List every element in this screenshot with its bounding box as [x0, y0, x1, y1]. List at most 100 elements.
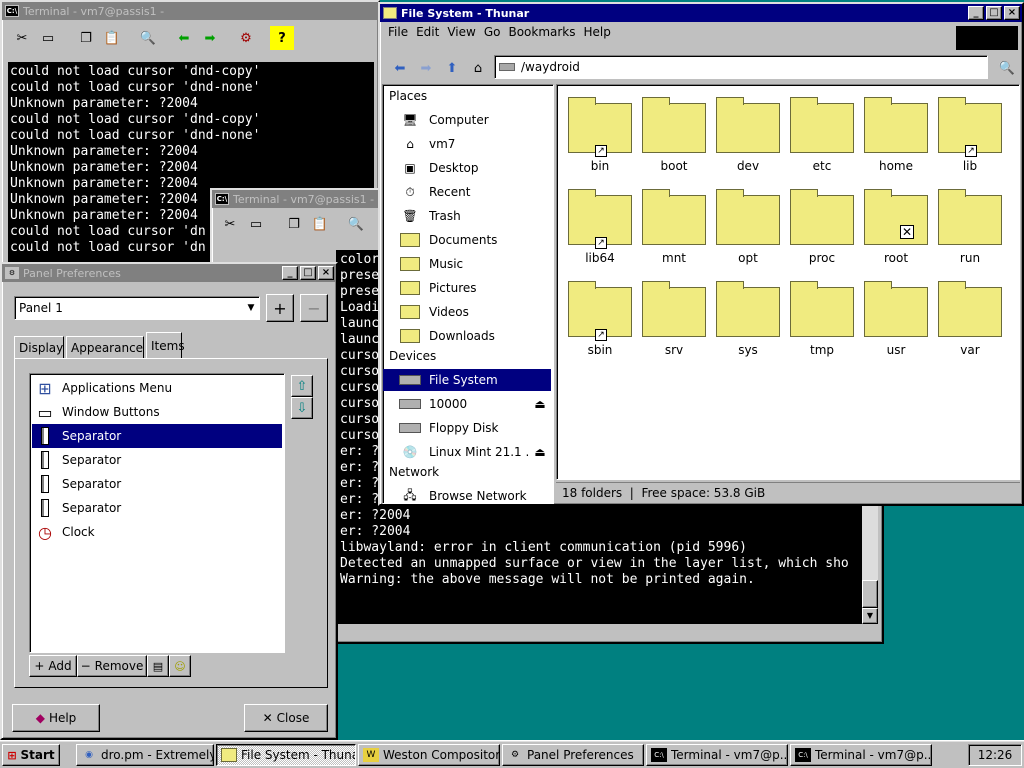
sidebar-item[interactable]: Music — [383, 253, 551, 275]
folder-item[interactable]: home — [859, 95, 933, 187]
panel-preferences-titlebar[interactable]: ⚙ Panel Preferences _ □ × — [2, 264, 336, 282]
folder-item[interactable]: sys — [711, 279, 785, 371]
taskbar-task[interactable]: C:\ Terminal - vm7@p... — [646, 744, 788, 766]
sidebar-item[interactable]: Floppy Disk — [383, 417, 551, 439]
panel-item[interactable]: Separator — [32, 496, 282, 520]
folder-item[interactable]: run — [933, 187, 1007, 279]
back-arrow-icon[interactable]: ⬅ — [388, 56, 412, 80]
maximize-icon[interactable]: □ — [986, 6, 1002, 20]
tab-items[interactable]: Items — [146, 332, 185, 358]
copy-icon[interactable]: ❐ — [74, 26, 98, 50]
panel-item[interactable]: Separator — [32, 424, 282, 448]
folder-item[interactable]: mnt — [637, 187, 711, 279]
find-icon[interactable]: 🔍 — [344, 212, 368, 236]
paste-icon[interactable]: 📋 — [308, 212, 332, 236]
sidebar-item[interactable]: Videos — [383, 301, 551, 323]
taskbar-task[interactable]: ⚙ Panel Preferences — [502, 744, 644, 766]
add-item-button[interactable]: + Add — [29, 655, 77, 677]
help-button[interactable]: ◆ Help — [12, 704, 100, 732]
minimize-icon[interactable]: _ — [968, 6, 984, 20]
forward-arrow-icon[interactable]: ➡ — [414, 56, 438, 80]
item-properties-icon[interactable]: ▤ — [147, 655, 169, 677]
sidebar-item[interactable]: 💿 Linux Mint 21.1 ... ⏏ — [383, 441, 551, 463]
close-icon[interactable]: × — [1004, 6, 1020, 20]
sidebar-item[interactable]: ▣ Desktop — [383, 157, 551, 179]
taskbar-task[interactable]: File System - Thunar — [216, 744, 356, 766]
folder-item[interactable]: dev — [711, 95, 785, 187]
taskbar-task[interactable]: W Weston Compositor... — [358, 744, 500, 766]
panel-select[interactable]: Panel 1 ▼ — [14, 296, 260, 320]
sidebar-item[interactable]: ⏱ Recent — [383, 181, 551, 203]
new-window-icon[interactable]: ▭ — [244, 212, 268, 236]
sidebar-item[interactable]: File System — [383, 369, 551, 391]
new-tab-icon[interactable]: ✂ — [10, 26, 34, 50]
find-icon[interactable]: 🔍 — [136, 26, 160, 50]
panel-item[interactable]: Separator — [32, 472, 282, 496]
sidebar-item[interactable]: Downloads — [383, 325, 551, 347]
folder-item[interactable]: ↗ lib — [933, 95, 1007, 187]
start-button[interactable]: ⊞ Start — [2, 744, 60, 766]
panel-item[interactable]: ▭ Window Buttons — [32, 400, 282, 424]
tab-display[interactable]: Display — [14, 336, 64, 358]
folder-item[interactable]: tmp — [785, 279, 859, 371]
about-item-icon[interactable]: ☺ — [169, 655, 191, 677]
folder-item[interactable]: proc — [785, 187, 859, 279]
tab-appearance[interactable]: Appearance — [66, 336, 144, 358]
sidebar-item[interactable]: 🖧 Browse Network — [383, 485, 551, 504]
menu-help[interactable]: Help — [584, 25, 611, 39]
folder-item[interactable]: boot — [637, 95, 711, 187]
sidebar-item[interactable]: Pictures — [383, 277, 551, 299]
remove-panel-button[interactable]: − — [300, 294, 328, 322]
panel-item[interactable]: Separator — [32, 448, 282, 472]
move-up-icon[interactable]: ⇧ — [291, 375, 313, 397]
thunar-titlebar[interactable]: File System - Thunar _ □ × — [380, 4, 1022, 22]
taskbar-task[interactable]: C:\ Terminal - vm7@p... — [790, 744, 932, 766]
paste-icon[interactable]: 📋 — [100, 26, 124, 50]
up-arrow-icon[interactable]: ⬆ — [440, 56, 464, 80]
sidebar-item[interactable]: 🖥 Computer — [383, 109, 551, 131]
folder-item[interactable]: ✕ root — [859, 187, 933, 279]
eject-icon[interactable]: ⏏ — [529, 445, 551, 459]
folder-item[interactable]: opt — [711, 187, 785, 279]
close-button[interactable]: ✕ Close — [244, 704, 328, 732]
scroll-thumb[interactable] — [862, 580, 878, 608]
terminal-1-titlebar[interactable]: C:\ Terminal - vm7@passis1 - — [2, 2, 378, 20]
back-arrow-icon[interactable]: ⬅ — [172, 26, 196, 50]
close-icon[interactable]: × — [318, 266, 334, 280]
home-icon[interactable]: ⌂ — [466, 56, 490, 80]
folder-item[interactable]: etc — [785, 95, 859, 187]
minimize-icon[interactable]: _ — [282, 266, 298, 280]
panel-preferences-window[interactable]: ⚙ Panel Preferences _ □ × Panel 1 ▼ + − … — [0, 262, 338, 740]
folder-item[interactable]: srv — [637, 279, 711, 371]
taskbar-task[interactable]: ◉ dro.pm - Extremely ... — [76, 744, 214, 766]
sidebar-item[interactable]: ⌂ vm7 — [383, 133, 551, 155]
panel-item[interactable]: ⊞ Applications Menu — [32, 376, 282, 400]
folder-item[interactable]: ↗ sbin — [563, 279, 637, 371]
menu-view[interactable]: View — [447, 25, 475, 39]
folder-item[interactable]: ↗ bin — [563, 95, 637, 187]
settings-icon[interactable]: ⚙ — [234, 26, 258, 50]
sidebar-item[interactable]: Documents — [383, 229, 551, 251]
folder-item[interactable]: var — [933, 279, 1007, 371]
menu-file[interactable]: File — [388, 25, 408, 39]
eject-icon[interactable]: ⏏ — [529, 397, 551, 411]
folder-item[interactable]: ↗ lib64 — [563, 187, 637, 279]
panel-item[interactable]: ◷ Clock — [32, 520, 282, 544]
menu-bookmarks[interactable]: Bookmarks — [508, 25, 575, 39]
thunar-window[interactable]: File System - Thunar _ □ × File Edit View G… — [378, 2, 1024, 506]
new-window-icon[interactable]: ▭ — [36, 26, 60, 50]
clock[interactable]: 12:26 — [978, 748, 1013, 762]
remove-item-button[interactable]: − Remove — [77, 655, 147, 677]
thunar-file-view[interactable]: ↗ bin boot dev etc home ↗ lib ↗ lib64 mnt opt proc ✕ r… — [556, 84, 1020, 480]
path-input[interactable]: /waydroid — [494, 55, 988, 79]
forward-arrow-icon[interactable]: ➡ — [198, 26, 222, 50]
sidebar-item[interactable]: 10000 ⏏ — [383, 393, 551, 415]
new-tab-icon[interactable]: ✂ — [218, 212, 242, 236]
add-panel-button[interactable]: + — [266, 294, 294, 322]
copy-icon[interactable]: ❐ — [282, 212, 306, 236]
menu-go[interactable]: Go — [484, 25, 501, 39]
maximize-icon[interactable]: □ — [300, 266, 316, 280]
menu-edit[interactable]: Edit — [416, 25, 439, 39]
help-icon[interactable]: ? — [270, 26, 294, 50]
sidebar-item[interactable]: 🗑 Trash — [383, 205, 551, 227]
